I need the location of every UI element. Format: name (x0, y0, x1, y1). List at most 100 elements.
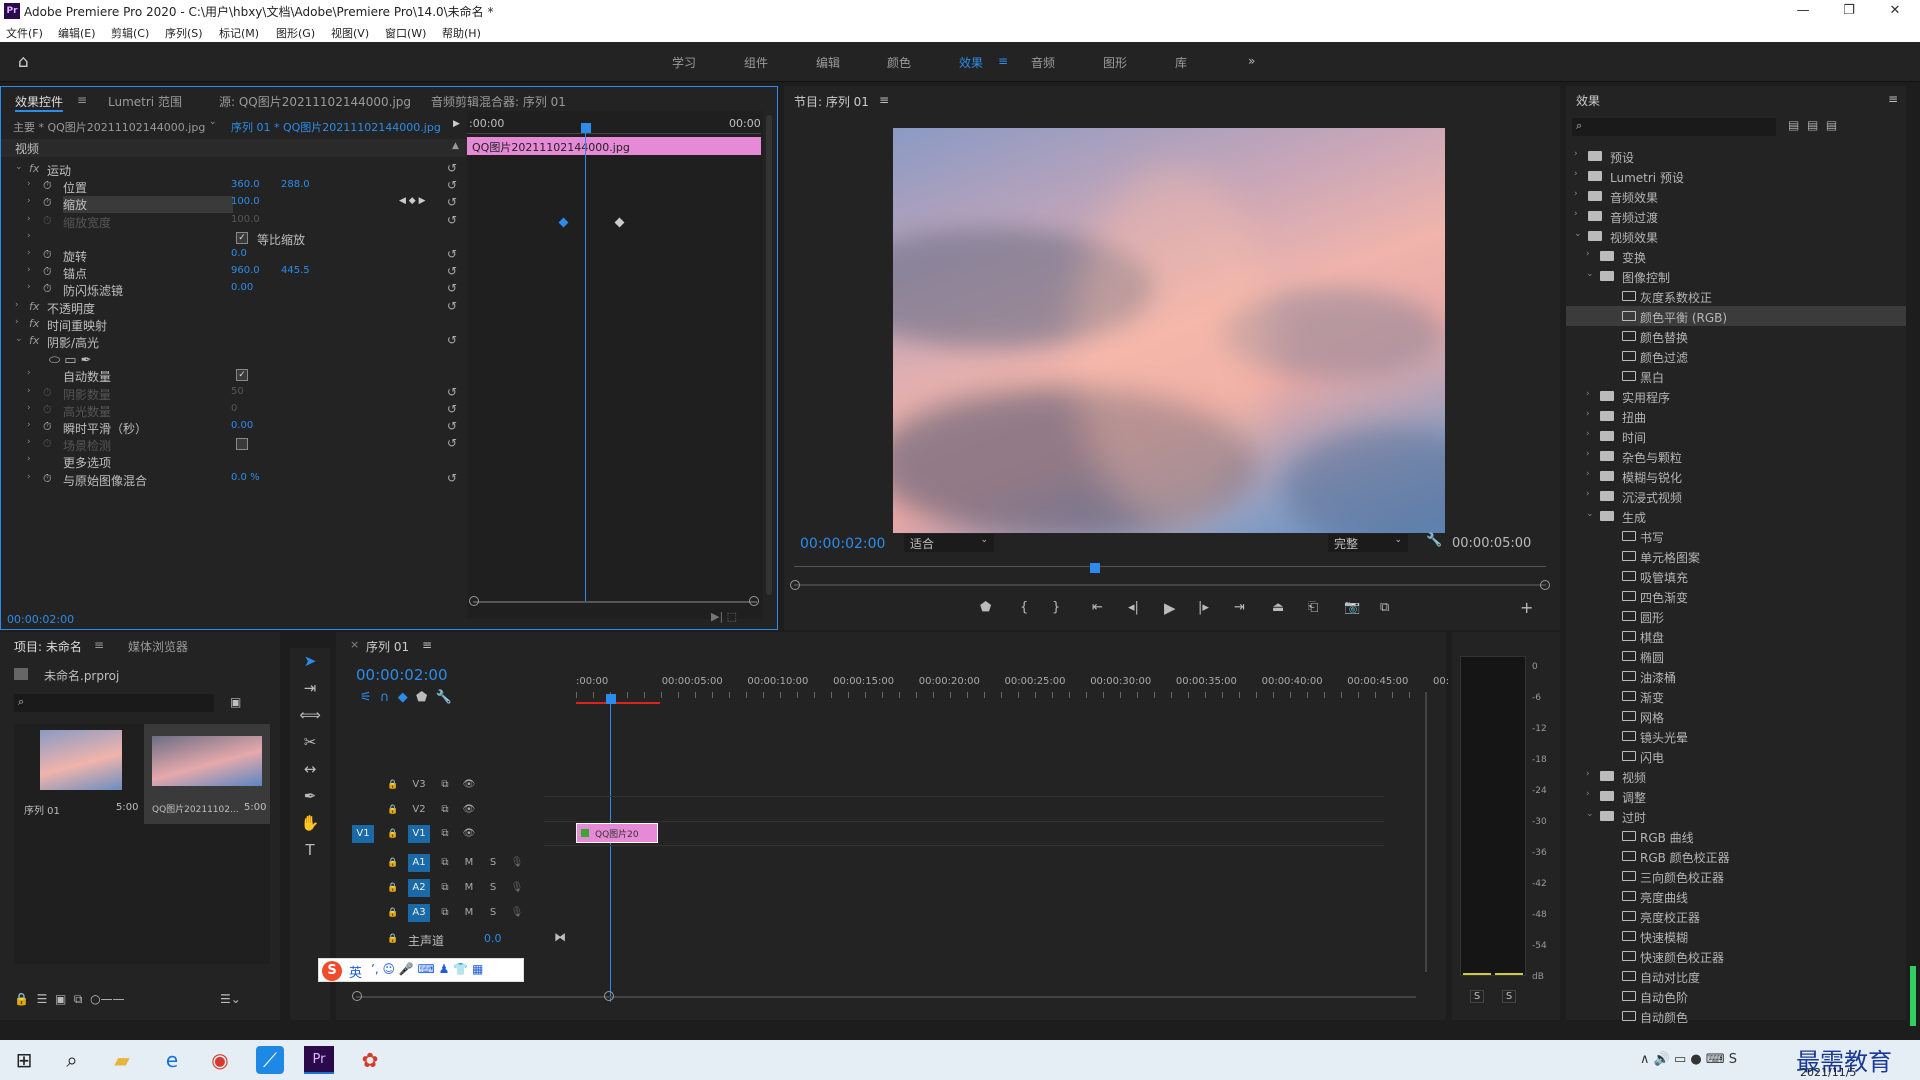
home-icon[interactable]: ⌂ (18, 52, 29, 72)
effect-tree-item[interactable]: › 调整 (1566, 786, 1906, 806)
expand-arrow-icon[interactable]: ⌄ (15, 162, 23, 172)
effect-value[interactable]: 0.00 (231, 420, 253, 431)
sync-lock-icon[interactable]: ⧉ (434, 854, 456, 872)
effect-tree-item[interactable]: › 扭曲 (1566, 406, 1906, 426)
fx-badge-icon[interactable]: fx (29, 300, 39, 313)
expand-arrow-icon[interactable]: › (1586, 469, 1590, 479)
track-target[interactable]: V3 (408, 776, 430, 794)
expand-arrow-icon[interactable]: › (27, 437, 31, 447)
checkbox[interactable] (236, 438, 248, 451)
effect-row[interactable]: › ⏱ 与原始图像混合 0.0 % ↺ (1, 469, 461, 489)
expand-arrow-icon[interactable]: ⌄ (1586, 509, 1594, 519)
effect-tree-item[interactable]: › 沉浸式视频 (1566, 486, 1906, 506)
effect-tree-item[interactable]: › 实用程序 (1566, 386, 1906, 406)
timeline-hscroll[interactable] (356, 996, 1416, 998)
sync-lock-icon[interactable]: ⧉ (434, 904, 456, 922)
timeline-menu-icon[interactable]: ≡ (422, 638, 432, 652)
expand-arrow-icon[interactable]: › (15, 317, 19, 327)
menu-view[interactable]: 视图(V) (331, 25, 369, 41)
effect-tree-item[interactable]: 自动颜色 (1566, 1006, 1906, 1026)
tab-lumetri-scopes[interactable]: Lumetri 范围 (108, 93, 182, 110)
lock-icon[interactable]: 🔒 (382, 879, 404, 897)
tab-audio-clip-mixer[interactable]: 音频剪辑混合器: 序列 01 (431, 93, 566, 110)
effect-tree-item[interactable]: › 视频 (1566, 766, 1906, 786)
eye-icon[interactable]: 👁 (458, 825, 480, 843)
workspace-audio[interactable]: 音频 (1031, 54, 1055, 71)
menu-file[interactable]: 文件(F) (6, 25, 43, 41)
stopwatch-icon[interactable]: ⏱ (43, 437, 52, 451)
effect-value[interactable]: 445.5 (281, 265, 310, 276)
effect-keyframe-area[interactable]: :00:00 00:00 QQ图片20211102144000.jpg (467, 111, 763, 619)
effect-tree-item[interactable]: › 杂色与颗粒 (1566, 446, 1906, 466)
dropdown-icon[interactable]: ⌄ (209, 117, 217, 127)
effect-tree-item[interactable]: ⌄ 生成 (1566, 506, 1906, 526)
compare-icon[interactable]: ⧉ (1380, 600, 1389, 615)
type-tool-icon[interactable]: T (298, 841, 322, 863)
effect-tree-item[interactable]: 三向颜色校正器 (1566, 866, 1906, 886)
expand-arrow-icon[interactable]: › (27, 472, 31, 482)
lock-icon[interactable]: 🔒 (382, 904, 404, 922)
reset-icon[interactable]: ↺ (447, 333, 457, 347)
expand-arrow-icon[interactable]: › (27, 282, 31, 292)
expand-arrow-icon[interactable]: › (27, 368, 31, 378)
meter-solo-right[interactable]: S (1502, 990, 1516, 1003)
effect-timecode[interactable]: 00:00:02:00 (7, 613, 74, 626)
reset-icon[interactable]: ↺ (447, 436, 457, 450)
sequence-clip-label[interactable]: 序列 01 * QQ图片20211102144000.jpg (231, 119, 441, 135)
mute-button[interactable]: M (458, 854, 480, 872)
effect-tree-item[interactable]: 自动色阶 (1566, 986, 1906, 1006)
effect-tree-item[interactable]: › 模糊与锐化 (1566, 466, 1906, 486)
premiere-taskbar-icon[interactable]: Pr (304, 1046, 334, 1074)
fit-dropdown[interactable]: 适合 ⌄ (904, 534, 994, 552)
effect-tree-item[interactable]: ⌄ 过时 (1566, 806, 1906, 826)
maximize-button[interactable]: ❐ (1826, 0, 1872, 22)
workspace-menu-icon[interactable]: ≡ (998, 54, 1008, 68)
stopwatch-icon[interactable]: ⏱ (43, 472, 52, 486)
effect-value[interactable]: 0 (231, 403, 237, 414)
chrome-icon[interactable]: ◉ (200, 1046, 240, 1074)
track-target[interactable]: V1 (408, 825, 430, 843)
settings-wrench-icon[interactable]: 🔧 (1426, 533, 1442, 548)
master-volume[interactable]: 0.0 (484, 932, 502, 945)
effect-value[interactable]: 0.0 % (231, 472, 260, 483)
app-icon[interactable]: ⟋ (256, 1046, 284, 1074)
effect-tree-item[interactable]: › 时间 (1566, 426, 1906, 446)
step-forward-icon[interactable]: |▸ (1198, 600, 1209, 615)
minimize-button[interactable]: — (1780, 0, 1826, 22)
tab-sequence[interactable]: 序列 01 (366, 638, 409, 655)
effect-row[interactable]: ⌄ fx 阴影/高光 ⬭ ▭ ✒ ↺ (1, 331, 461, 368)
lift-icon[interactable]: ⏏ (1272, 600, 1284, 615)
go-to-next-edit-icon[interactable]: ⧓ (554, 930, 566, 944)
reset-icon[interactable]: ↺ (447, 213, 457, 227)
stopwatch-icon[interactable]: ⏱ (43, 265, 52, 279)
go-to-out-icon[interactable]: ⇥ (1234, 600, 1245, 615)
sync-lock-icon[interactable]: ⧉ (434, 801, 456, 819)
extract-icon[interactable]: ⎗ (1308, 600, 1318, 615)
effect-value[interactable]: 288.0 (281, 179, 310, 190)
windows-start-icon[interactable]: ⊞ (4, 1046, 44, 1074)
effect-tree-item[interactable]: 颜色平衡 (RGB) (1566, 306, 1906, 326)
expand-arrow-icon[interactable]: › (1586, 409, 1590, 419)
stopwatch-icon[interactable]: ⏱ (43, 403, 52, 417)
sort-icon[interactable]: ☰⌄ (220, 992, 241, 1006)
expand-arrow-icon[interactable]: ⌄ (1574, 229, 1582, 239)
expand-arrow-icon[interactable]: › (1574, 189, 1578, 199)
lock-icon[interactable]: 🔒 (382, 801, 404, 819)
menu-edit[interactable]: 编辑(E) (58, 25, 96, 41)
track-target[interactable]: A2 (408, 879, 430, 897)
program-playhead[interactable] (1090, 563, 1100, 573)
effect-value[interactable]: 360.0 (231, 179, 260, 190)
timeline-clip[interactable]: QQ图片20 (576, 823, 658, 843)
keyframe[interactable] (614, 217, 625, 228)
effect-tree-item[interactable]: 快速颜色校正器 (1566, 946, 1906, 966)
project-menu-icon[interactable]: ≡ (94, 638, 104, 652)
expand-arrow-icon[interactable]: › (1586, 429, 1590, 439)
reset-icon[interactable]: ↺ (447, 299, 457, 313)
effect-tree-item[interactable]: › 音频效果 (1566, 186, 1906, 206)
ripple-edit-tool-icon[interactable]: ⟺ (298, 706, 322, 728)
stopwatch-icon[interactable]: ⏱ (43, 214, 52, 228)
video-track[interactable]: 🔒 V3 ⧉ 👁 (344, 774, 1414, 798)
scroll-up-icon[interactable]: ▲ (452, 141, 459, 151)
workspace-color[interactable]: 颜色 (887, 54, 911, 71)
microphone-icon[interactable]: 🎙 (506, 879, 528, 897)
